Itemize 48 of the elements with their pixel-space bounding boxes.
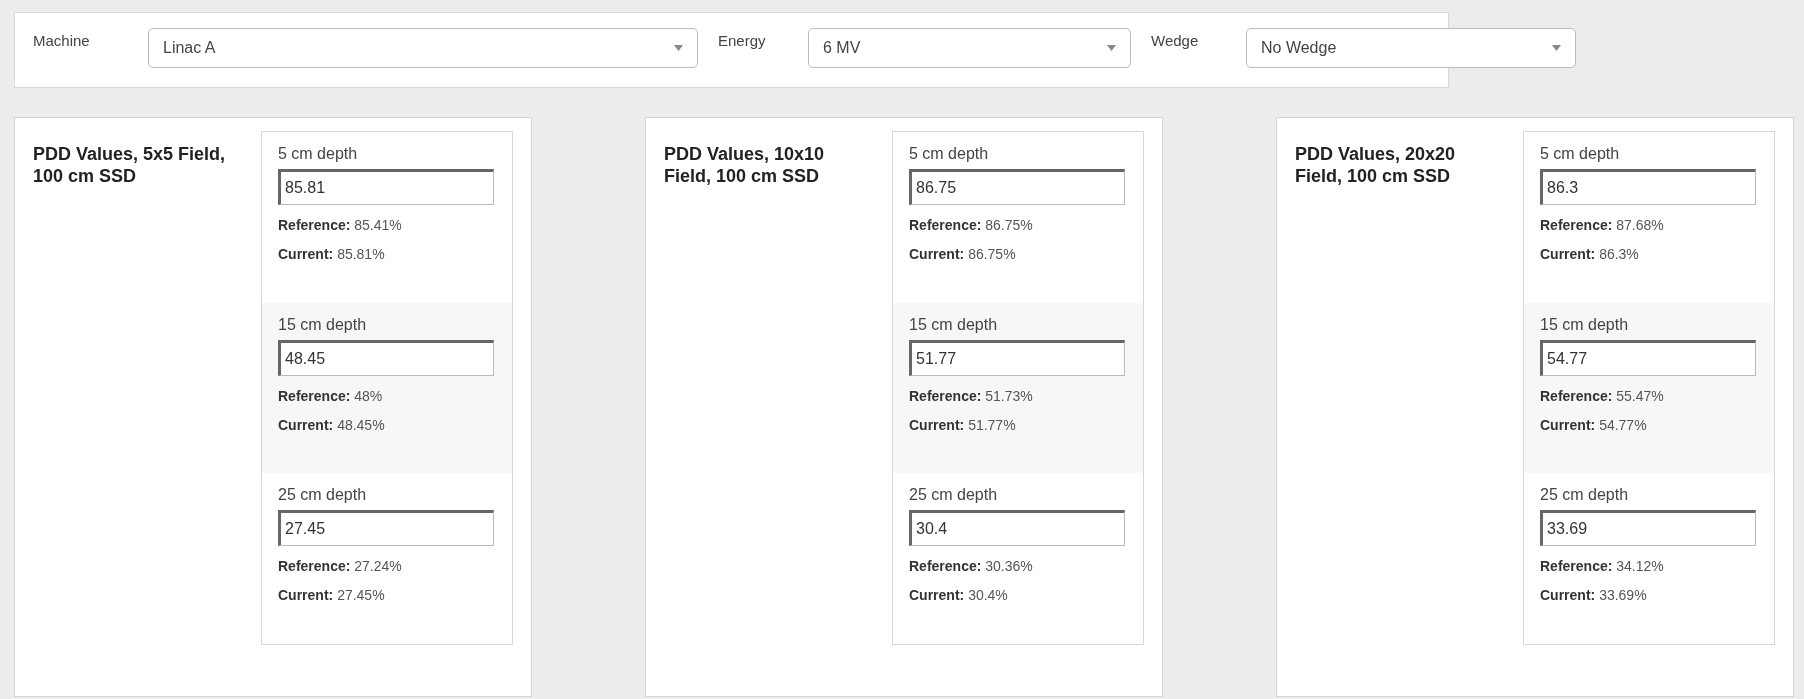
depth-label: 5 cm depth [909,144,990,164]
depth-input[interactable]: 54.77 [1540,339,1756,376]
depth-label: 25 cm depth [909,485,999,506]
reference-text: Reference: 48% [278,386,384,405]
card-title: PDD Values, 20x20 Field, 100 cm SSD [1295,143,1457,188]
reference-text: Reference: 87.68% [1540,216,1665,234]
reference-text: Reference: 55.47% [1540,386,1665,405]
depth-label: 15 cm depth [909,314,999,335]
current-text: Current: 51.77% [909,415,1017,434]
caret-icon [674,45,683,51]
reference-text: Reference: 51.73% [909,386,1034,405]
filter-label: Machine [33,31,91,51]
reference-text: Reference: 85.41% [278,216,403,234]
current-text: Current: 48.45% [278,415,386,434]
reference-text: Reference: 34.12% [1540,557,1665,576]
depth-label: 25 cm depth [278,485,368,506]
current-text: Current: 30.4% [909,586,1009,605]
depth-label: 25 cm depth [1540,485,1630,506]
current-text: Current: 27.45% [278,586,386,605]
depth-input[interactable]: 30.4 [909,510,1125,547]
depth-label: 5 cm depth [278,144,359,164]
caret-icon [1107,45,1116,51]
caret-icon [1552,45,1561,51]
reference-text: Reference: 86.75% [909,216,1034,234]
current-text: Current: 86.3% [1540,245,1640,263]
reference-text: Reference: 30.36% [909,557,1034,576]
card-title: PDD Values, 5x5 Field, 100 cm SSD [33,143,227,188]
current-text: Current: 86.75% [909,245,1017,263]
depth-input[interactable]: 85.81 [278,169,494,205]
depth-input[interactable]: 51.77 [909,339,1125,376]
depth-label: 15 cm depth [278,314,368,335]
dropdown[interactable]: 6 MV [808,28,1131,68]
filter-label: Energy [718,31,767,51]
current-text: Current: 85.81% [278,245,386,263]
depth-input[interactable]: 33.69 [1540,510,1756,547]
depth-input[interactable]: 86.3 [1540,169,1756,205]
depth-input[interactable]: 86.75 [909,169,1125,205]
depth-input[interactable]: 48.45 [278,339,494,376]
depth-input[interactable]: 27.45 [278,510,494,547]
current-text: Current: 54.77% [1540,415,1648,434]
card-title: PDD Values, 10x10 Field, 100 cm SSD [664,143,826,188]
filter-label: Wedge [1151,31,1200,51]
reference-text: Reference: 27.24% [278,557,403,576]
depth-label: 5 cm depth [1540,144,1621,164]
dropdown[interactable]: No Wedge [1246,28,1576,68]
current-text: Current: 33.69% [1540,586,1648,605]
dropdown[interactable]: Linac A [148,28,698,68]
depth-label: 15 cm depth [1540,314,1630,335]
